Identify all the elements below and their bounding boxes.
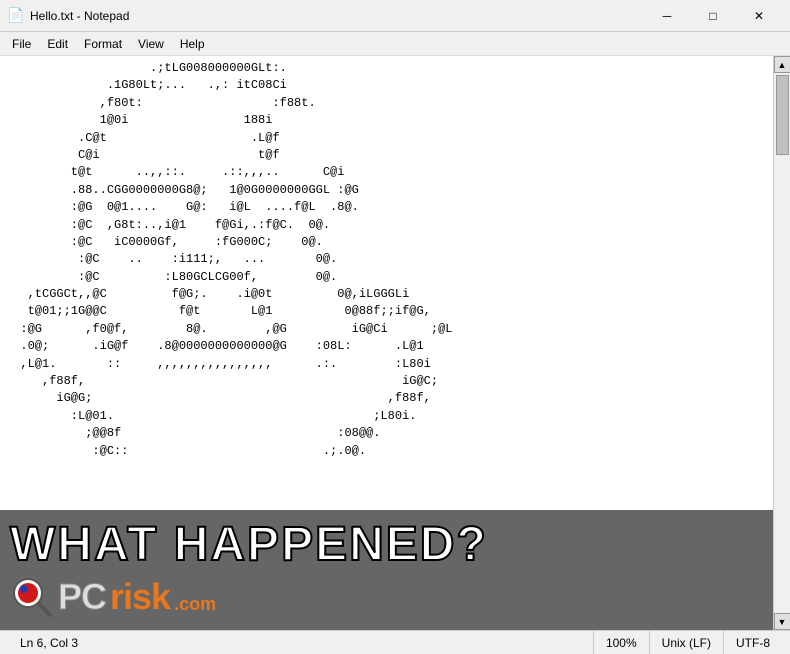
menu-bar: File Edit Format View Help: [0, 32, 790, 56]
window-controls: ─ □ ✕: [644, 0, 782, 32]
close-button[interactable]: ✕: [736, 0, 782, 32]
editor-content[interactable]: .;tLG008000000GLt:. .1G80Lt;... .,: itC0…: [0, 56, 773, 630]
scrollbar-thumb[interactable]: [776, 75, 789, 155]
menu-format[interactable]: Format: [76, 35, 130, 53]
menu-file[interactable]: File: [4, 35, 39, 53]
menu-view[interactable]: View: [130, 35, 172, 53]
maximize-button[interactable]: □: [690, 0, 736, 32]
line-endings: Unix (LF): [650, 631, 724, 654]
scrollbar-vertical[interactable]: ▲ ▼: [773, 56, 790, 630]
status-bar: Ln 6, Col 3 100% Unix (LF) UTF-8: [0, 630, 790, 654]
scroll-down-button[interactable]: ▼: [774, 613, 790, 630]
minimize-button[interactable]: ─: [644, 0, 690, 32]
scrollbar-track[interactable]: [774, 73, 790, 613]
title-bar-left: 📄 Hello.txt - Notepad: [8, 8, 129, 24]
scroll-up-button[interactable]: ▲: [774, 56, 790, 73]
cursor-position: Ln 6, Col 3: [8, 631, 594, 654]
menu-edit[interactable]: Edit: [39, 35, 76, 53]
menu-help[interactable]: Help: [172, 35, 213, 53]
zoom-level: 100%: [594, 631, 650, 654]
editor-container: .;tLG008000000GLt:. .1G80Lt;... .,: itC0…: [0, 56, 790, 630]
encoding: UTF-8: [724, 631, 782, 654]
window-title: Hello.txt - Notepad: [30, 9, 129, 23]
app-icon: 📄: [8, 8, 24, 24]
title-bar: 📄 Hello.txt - Notepad ─ □ ✕: [0, 0, 790, 32]
